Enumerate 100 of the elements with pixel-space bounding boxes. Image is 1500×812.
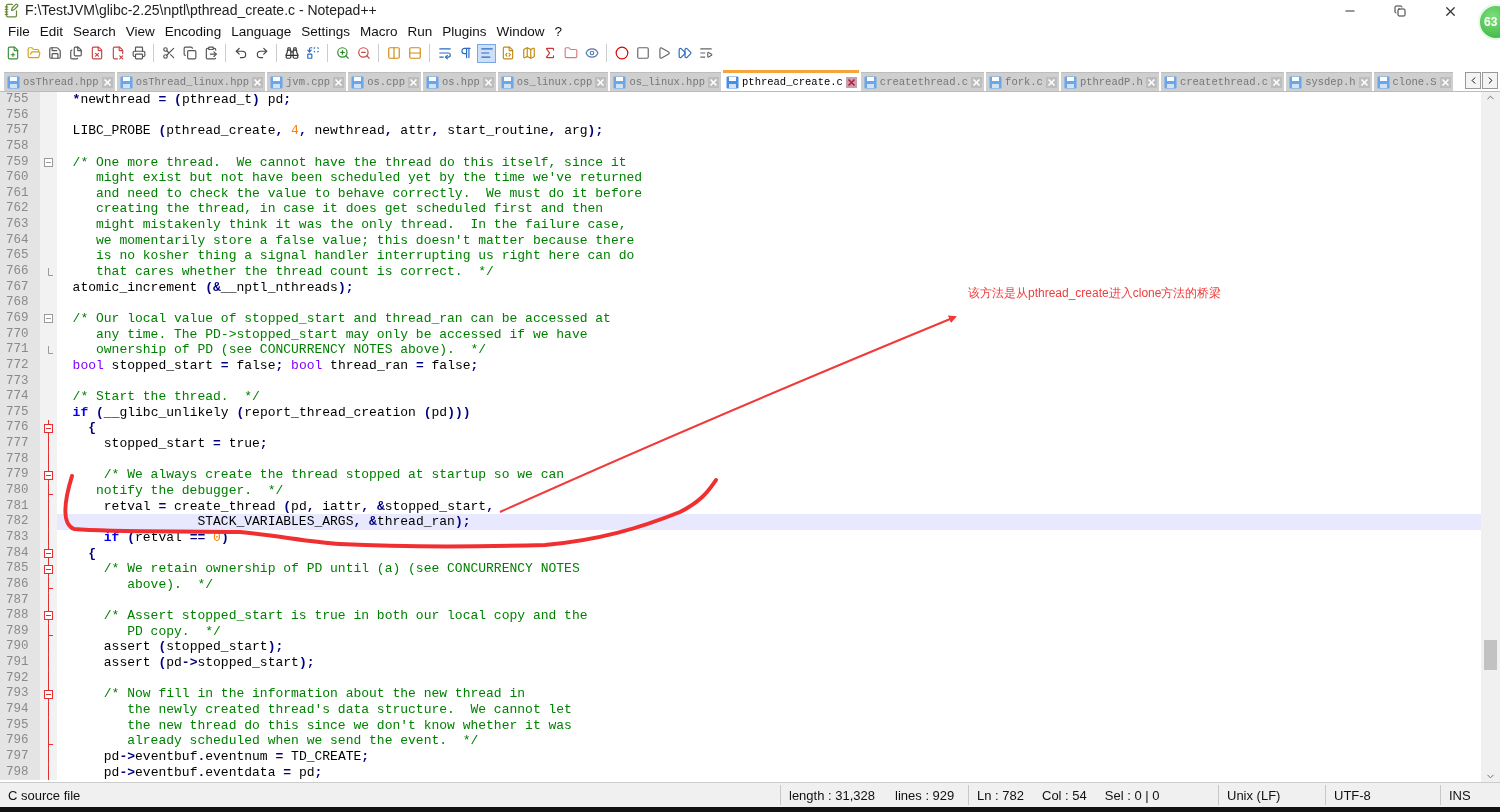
status-text: UTF-8 xyxy=(1334,787,1371,803)
file-tab[interactable]: osThread_linux.hpp xyxy=(116,72,266,91)
menu-item[interactable]: ? xyxy=(549,21,568,41)
new-file-icon xyxy=(5,46,20,60)
collapse-icon[interactable] xyxy=(44,689,53,699)
line-number: 791 xyxy=(0,655,40,671)
map-icon xyxy=(521,46,536,60)
file-tab[interactable]: clone.S xyxy=(1373,72,1453,91)
file-tab[interactable]: sysdep.h xyxy=(1286,72,1372,91)
floppy-icon xyxy=(270,75,284,89)
code-line: ownership of PD (see CONCURRENCY NOTES above). */ xyxy=(95,342,487,358)
line-number: 776 xyxy=(0,420,40,437)
line-number: 785 xyxy=(0,561,40,577)
floating-badge[interactable]: 63 xyxy=(1478,4,1500,40)
tab-label: createthread.c xyxy=(879,76,969,88)
replace-icon xyxy=(305,46,320,60)
fast-forward-icon xyxy=(677,46,692,60)
file-type: C source file xyxy=(8,787,81,803)
scrollbar[interactable] xyxy=(1481,92,1500,782)
tab-label: os_linux.hpp xyxy=(629,76,706,88)
folder-icon xyxy=(26,46,41,60)
file-tab[interactable]: os.hpp xyxy=(422,72,496,91)
code-line: *newthread = (pthread_t) pd; xyxy=(71,92,292,108)
line-number: 760 xyxy=(0,170,40,186)
file-tab[interactable]: osThread.hpp xyxy=(4,72,115,91)
cut-icon xyxy=(161,46,176,60)
code-line: bool stopped_start = false; bool thread_ran = false; xyxy=(71,357,479,374)
code-line: pd->eventbuf.eventdata = pd; xyxy=(102,764,323,781)
menu-item[interactable]: Settings xyxy=(296,21,355,41)
close-icon[interactable] xyxy=(845,76,857,88)
floppy-icon xyxy=(500,75,514,89)
line-number: 790 xyxy=(0,639,40,656)
line-number: 766 xyxy=(0,264,40,280)
menu-item[interactable]: Search xyxy=(68,21,121,41)
binoculars-icon xyxy=(284,46,299,60)
macro-list-icon xyxy=(698,46,713,60)
status-text: Ln : 782 xyxy=(977,787,1024,803)
code-line: /* One more thread. We cannot have the thread do this itself, since it xyxy=(71,154,627,171)
indent-guide-icon xyxy=(479,46,494,60)
line-number: 765 xyxy=(0,248,40,265)
floppy-icon xyxy=(726,75,740,89)
line-number: 757 xyxy=(0,123,40,139)
status-text: Sel : 0 | 0 xyxy=(1104,787,1160,803)
collapse-icon[interactable] xyxy=(44,611,53,621)
folder-icon xyxy=(563,46,578,60)
menu-item[interactable]: Edit xyxy=(34,21,69,41)
menu-item[interactable]: View xyxy=(120,21,160,41)
line-number: 755 xyxy=(0,92,40,108)
menu-item[interactable]: Macro xyxy=(355,21,403,41)
file-tab[interactable]: createthread.c xyxy=(1160,72,1285,91)
scroll-thumb[interactable] xyxy=(1484,640,1497,670)
tab-label: sysdep.h xyxy=(1305,76,1356,88)
collapse-icon[interactable] xyxy=(44,314,53,324)
tab-label: os.hpp xyxy=(441,76,480,88)
file-tab[interactable]: os.cpp xyxy=(348,72,421,91)
code-line: is no kosher thing a signal handler interrupting us right here can do xyxy=(95,248,635,265)
file-tab[interactable]: createthread.c xyxy=(860,72,985,91)
line-number: 788 xyxy=(0,608,40,624)
paste-icon xyxy=(203,46,218,60)
floppy-icon xyxy=(119,75,133,89)
code-line: and need to check the value to behave correctly. We must do it before xyxy=(95,185,643,202)
floppy-icon xyxy=(351,75,365,89)
code-line: /* Start the thread. */ xyxy=(71,389,260,405)
code-line: { xyxy=(87,545,97,562)
tab-label: pthread_create.c xyxy=(742,76,843,88)
file-tab[interactable]: jvm.cpp xyxy=(267,72,347,91)
collapse-icon[interactable] xyxy=(44,470,53,480)
file-tab[interactable]: pthread_create.c xyxy=(723,70,859,91)
line-number: 762 xyxy=(0,201,40,218)
code-line: that cares whether the thread count is correct. */ xyxy=(95,264,494,280)
file-tab[interactable]: os_linux.hpp xyxy=(610,72,722,91)
menu-item[interactable]: File xyxy=(3,21,35,41)
code-line: might mistakenly think it was the only thread. In the failure case, xyxy=(95,217,627,233)
tab-label: clone.S xyxy=(1392,76,1437,88)
tab-label: fork.c xyxy=(1005,76,1043,88)
menu-item[interactable]: Encoding xyxy=(159,21,227,41)
menu-item[interactable]: Plugins xyxy=(437,21,492,41)
code-line: retval = create_thread (pd, iattr, &stopped_start, xyxy=(102,498,494,515)
status-text: lines : 929 xyxy=(895,787,955,803)
file-tab[interactable]: os_linux.cpp xyxy=(497,72,609,91)
collapse-icon[interactable] xyxy=(44,548,53,558)
code-line: might exist but not have been scheduled yet by the time we've returned xyxy=(95,170,643,186)
menu-item[interactable]: Run xyxy=(402,21,438,41)
code-line: already scheduled when we send the event. */ xyxy=(126,733,479,749)
code-line: LIBC_PROBE (pthread_create, 4, newthread, attr, start_routine, arg); xyxy=(71,123,604,139)
code-line: creating the thread, in case it does get scheduled first and then xyxy=(95,201,604,218)
collapse-icon[interactable] xyxy=(44,157,53,167)
collapse-icon[interactable] xyxy=(44,423,53,433)
floppy-icon xyxy=(1163,75,1177,89)
file-tab[interactable]: fork.c xyxy=(986,72,1059,91)
menu-item[interactable]: Language xyxy=(226,21,297,41)
floppy-icon xyxy=(425,75,439,89)
file-tab[interactable]: pthreadP.h xyxy=(1060,72,1159,91)
code-file-icon xyxy=(500,46,515,60)
floppy-icon xyxy=(1063,75,1077,89)
line-number: 771 xyxy=(0,342,40,358)
line-number: 763 xyxy=(0,217,40,233)
menu-item[interactable]: Window xyxy=(491,21,550,41)
code-line: assert (stopped_start); xyxy=(102,639,284,656)
collapse-icon[interactable] xyxy=(44,564,53,574)
